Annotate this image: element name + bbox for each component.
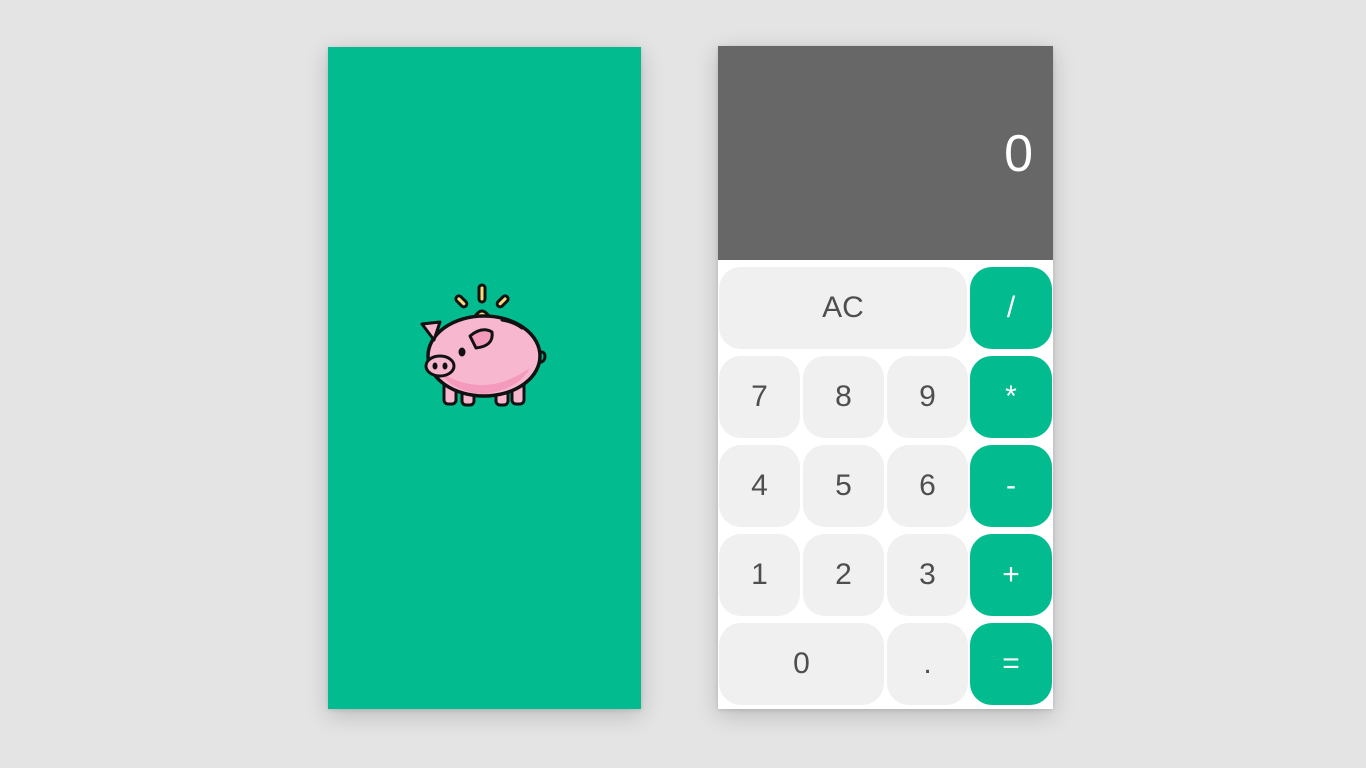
calculator-screen: 0 AC / 7 8 9 * 4 5 6 - 1 2 3 + 0 . = [718, 46, 1053, 709]
screenshot-canvas: 0 AC / 7 8 9 * 4 5 6 - 1 2 3 + 0 . = [0, 0, 1366, 768]
subtract-button[interactable]: - [970, 445, 1052, 527]
digit-7-button[interactable]: 7 [719, 356, 800, 438]
digit-5-button[interactable]: 5 [803, 445, 884, 527]
add-button[interactable]: + [970, 534, 1052, 616]
digit-0-button[interactable]: 0 [719, 623, 884, 705]
decimal-button[interactable]: . [887, 623, 968, 705]
digit-1-button[interactable]: 1 [719, 534, 800, 616]
digit-9-button[interactable]: 9 [887, 356, 968, 438]
calculator-display: 0 [718, 46, 1053, 260]
display-value: 0 [1004, 125, 1033, 183]
clear-button[interactable]: AC [719, 267, 967, 349]
divide-button[interactable]: / [970, 267, 1052, 349]
digit-6-button[interactable]: 6 [887, 445, 968, 527]
equals-button[interactable]: = [970, 623, 1052, 705]
calculator-keypad: AC / 7 8 9 * 4 5 6 - 1 2 3 + 0 . = [718, 267, 1053, 709]
splash-screen [328, 47, 641, 709]
digit-8-button[interactable]: 8 [803, 356, 884, 438]
digit-2-button[interactable]: 2 [803, 534, 884, 616]
multiply-button[interactable]: * [970, 356, 1052, 438]
digit-4-button[interactable]: 4 [719, 445, 800, 527]
digit-3-button[interactable]: 3 [887, 534, 968, 616]
piggy-bank-icon [420, 283, 547, 407]
